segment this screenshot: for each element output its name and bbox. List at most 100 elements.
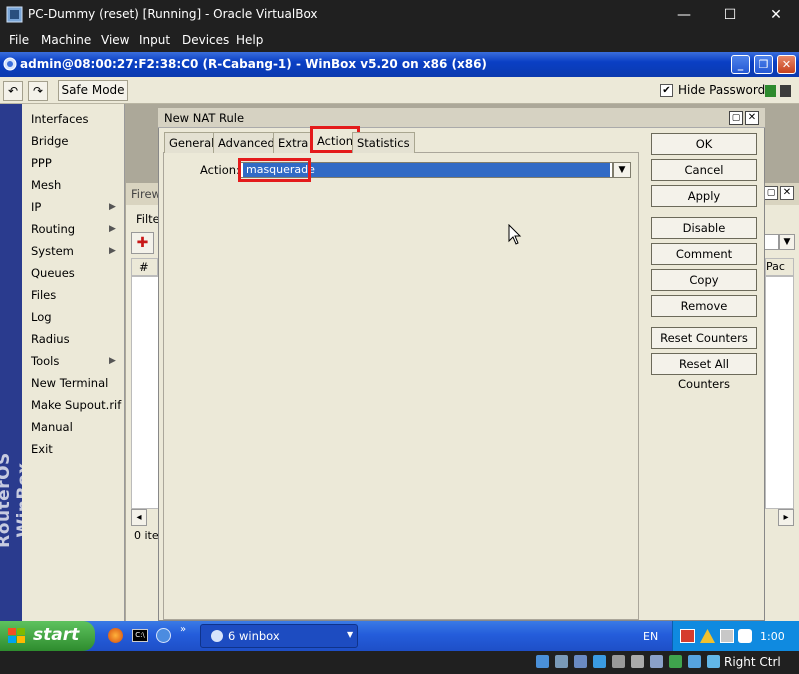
security-tray-icon[interactable] [738, 629, 752, 643]
menu-item-manual[interactable]: Manual [31, 416, 125, 438]
firefox-quicklaunch-icon[interactable] [108, 628, 123, 643]
menu-item-label: Routing [31, 222, 76, 236]
firewall-find-dropdown[interactable]: ▼ [779, 234, 795, 250]
menu-item-label: Bridge [31, 134, 69, 148]
menu-item-radius[interactable]: Radius [31, 328, 125, 350]
menu-item-label: Exit [31, 442, 53, 456]
status-shared-folders-icon[interactable] [631, 655, 644, 668]
reset-all-counters-button[interactable]: Reset All Counters [651, 353, 757, 391]
copy-button[interactable]: Copy [651, 269, 757, 291]
winbox-window-title: admin@08:00:27:F2:38:C0 (R-Cabang-1) - W… [20, 57, 487, 71]
status-cpu-icon[interactable] [688, 655, 701, 668]
menu-item-log[interactable]: Log [31, 306, 125, 328]
status-audio-icon[interactable] [574, 655, 587, 668]
status-usb-icon[interactable] [612, 655, 625, 668]
disable-button[interactable]: Disable [651, 217, 757, 239]
menu-item-interfaces[interactable]: Interfaces [31, 108, 125, 130]
remove-button[interactable]: Remove [651, 295, 757, 317]
quicklaunch-expand-icon[interactable]: » [180, 624, 186, 635]
firewall-restore-button[interactable]: ▢ [764, 186, 778, 200]
nat-dialog-titlebar [158, 108, 765, 128]
menu-item-label: Interfaces [31, 112, 89, 126]
tab-general[interactable]: General [164, 132, 220, 153]
menu-item-system[interactable]: System ▶ [31, 240, 125, 262]
start-button[interactable]: start [0, 621, 95, 651]
menu-item-mesh[interactable]: Mesh [31, 174, 125, 196]
menu-item-files[interactable]: Files [31, 284, 125, 306]
cmd-quicklaunch-icon[interactable]: C:\ [132, 629, 148, 642]
hide-passwords-checkbox[interactable]: ✔ [660, 84, 673, 97]
menu-item-label: Manual [31, 420, 73, 434]
winbox-logo-icon [3, 57, 17, 71]
host-menu-devices[interactable]: Devices [182, 33, 229, 47]
host-maximize-button[interactable]: ☐ [707, 0, 753, 30]
menu-item-bridge[interactable]: Bridge [31, 130, 125, 152]
firewall-table-body-right [765, 276, 794, 509]
menu-item-make-supout-rif[interactable]: Make Supout.rif [31, 394, 125, 416]
firewall-scroll-right[interactable]: ▸ [778, 509, 794, 526]
nat-restore-button[interactable]: ▢ [729, 111, 743, 125]
firewall-scroll-left[interactable]: ◂ [131, 509, 147, 526]
firewall-col-number: # [131, 258, 158, 276]
comment-button[interactable]: Comment [651, 243, 757, 265]
undo-button[interactable]: ↶ [3, 81, 23, 101]
firewall-close-button[interactable]: ✕ [780, 186, 794, 200]
menu-item-label: IP [31, 200, 42, 214]
status-network-icon[interactable] [593, 655, 606, 668]
cancel-button[interactable]: Cancel [651, 159, 757, 181]
winbox-restore-button[interactable]: ❐ [754, 55, 773, 74]
winbox-close-button[interactable]: ✕ [777, 55, 796, 74]
ok-button[interactable]: OK [651, 133, 757, 155]
start-label: start [33, 625, 80, 645]
action-dropdown-arrow-icon[interactable]: ▼ [613, 162, 631, 178]
tab-statistics[interactable]: Statistics [352, 132, 415, 153]
tray-clock[interactable]: 1:00 [760, 630, 785, 643]
display-tray-icon[interactable] [720, 629, 734, 643]
menu-item-new-terminal[interactable]: New Terminal [31, 372, 125, 394]
firewall-add-button[interactable]: ✚ [131, 232, 154, 254]
action-label: Action: [200, 163, 240, 177]
host-menu-machine[interactable]: Machine [41, 33, 91, 47]
menu-item-ip[interactable]: IP ▶ [31, 196, 125, 218]
tab-extra[interactable]: Extra [273, 132, 314, 153]
menu-item-ppp[interactable]: PPP [31, 152, 125, 174]
status-display-icon[interactable] [650, 655, 663, 668]
taskbar-winbox-label: 6 winbox [228, 629, 280, 643]
network-tray-icon[interactable] [680, 629, 695, 643]
host-menu-file[interactable]: File [9, 33, 29, 47]
tab-advanced[interactable]: Advanced [213, 132, 280, 153]
menu-item-queues[interactable]: Queues [31, 262, 125, 284]
menu-item-exit[interactable]: Exit [31, 438, 125, 460]
menu-item-tools[interactable]: Tools ▶ [31, 350, 125, 372]
menu-item-label: Files [31, 288, 57, 302]
menu-item-routing[interactable]: Routing ▶ [31, 218, 125, 240]
apply-button[interactable]: Apply [651, 185, 757, 207]
host-close-button[interactable]: ✕ [753, 0, 799, 30]
windows-flag-icon [8, 628, 25, 643]
safe-mode-button[interactable]: Safe Mode [58, 80, 128, 101]
host-minimize-button[interactable]: — [661, 0, 707, 30]
status-optical-icon[interactable] [555, 655, 568, 668]
host-menu-view[interactable]: View [101, 33, 129, 47]
menu-item-label: New Terminal [31, 376, 109, 390]
redo-button[interactable]: ↷ [28, 81, 48, 101]
submenu-arrow-icon: ▶ [109, 246, 116, 256]
status-harddisk-icon[interactable] [536, 655, 549, 668]
firewall-find-field[interactable] [764, 234, 779, 250]
nat-close-button[interactable]: ✕ [745, 111, 759, 125]
host-menu-input[interactable]: Input [139, 33, 170, 47]
status-mouse-icon[interactable] [707, 655, 720, 668]
reset-counters-button[interactable]: Reset Counters [651, 327, 757, 349]
taskbar-winbox-group[interactable]: 6 winbox ▼ [200, 624, 358, 648]
host-menu-help[interactable]: Help [236, 33, 263, 47]
language-indicator[interactable]: EN [643, 630, 658, 643]
nat-dialog-title: New NAT Rule [164, 111, 245, 125]
winbox-minimize-button[interactable]: _ [731, 55, 750, 74]
submenu-arrow-icon: ▶ [109, 356, 116, 366]
status-recording-icon[interactable] [669, 655, 682, 668]
winbox-titlebar: admin@08:00:27:F2:38:C0 (R-Cabang-1) - W… [0, 52, 799, 77]
host-key-indicator: Right Ctrl [724, 655, 781, 669]
menu-item-label: PPP [31, 156, 52, 170]
host-menubar: File Machine View Input Devices Help [0, 30, 799, 52]
winbox-quicklaunch-icon[interactable] [156, 628, 171, 643]
